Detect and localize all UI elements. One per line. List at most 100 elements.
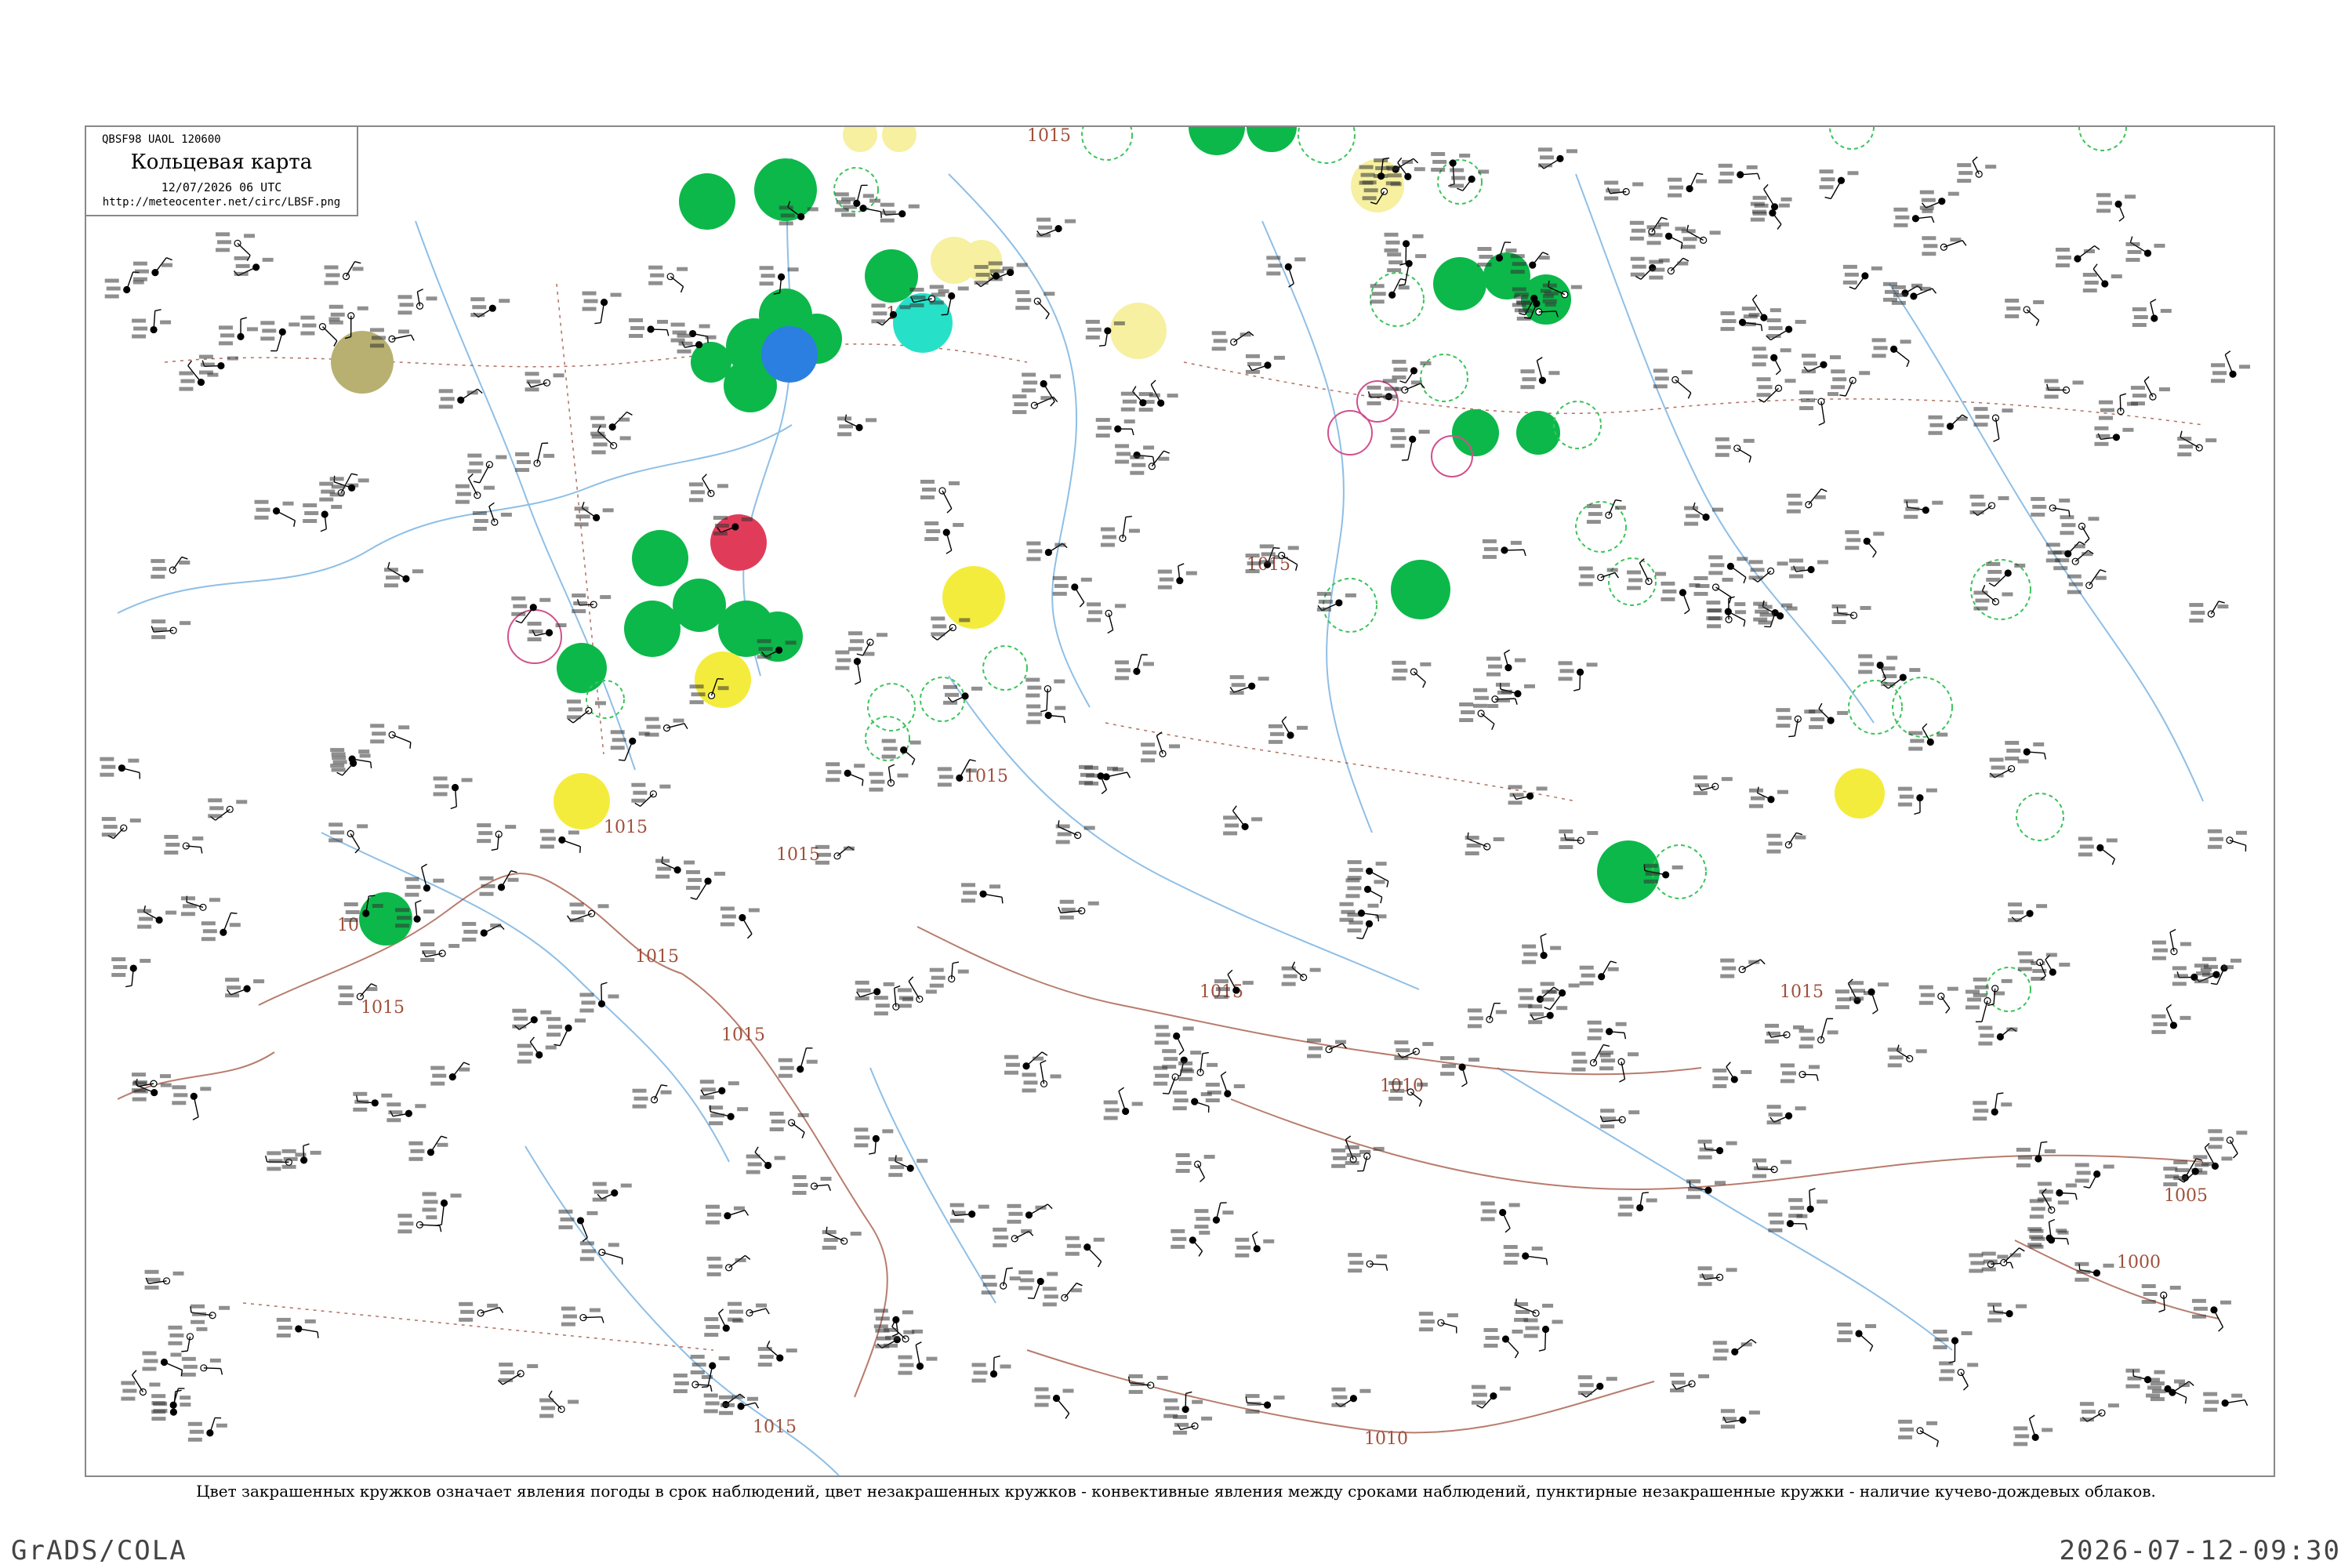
station-plot (172, 1085, 212, 1121)
station-plot (1973, 1092, 2013, 1121)
station-plot (1883, 281, 1923, 302)
station-plot (2060, 515, 2100, 544)
station-plot (705, 1204, 750, 1225)
station-plot (1978, 1025, 2018, 1046)
station-plot (164, 834, 204, 855)
station-plot (2096, 193, 2136, 222)
station-plot (111, 957, 151, 988)
station-plot (888, 1155, 928, 1178)
station-plot (1026, 704, 1066, 724)
station-plot (1087, 602, 1127, 634)
station-plot (546, 1017, 586, 1047)
map-url[interactable]: http://meteocenter.net/circ/LBSF.png (86, 196, 357, 209)
station-plot (1537, 147, 1577, 169)
station-plot (1933, 1330, 1973, 1364)
station-plot (1969, 494, 2009, 517)
station-plot (854, 1127, 894, 1155)
weather-circle (1298, 127, 1356, 164)
station-plot (1776, 708, 1816, 738)
station-plot (1114, 654, 1154, 681)
station-plot (539, 829, 582, 853)
weather-circle (1970, 559, 2031, 620)
station-plot (455, 473, 495, 504)
station-plot (276, 1317, 319, 1338)
station-plot (1018, 1270, 1058, 1299)
station-plot (686, 869, 726, 900)
station-plot (142, 1351, 183, 1377)
station-plot (1898, 1419, 1939, 1447)
station-plot (1766, 1105, 1806, 1125)
station-plot (328, 822, 368, 854)
station-plot (2078, 837, 2118, 866)
station-plot (822, 1226, 862, 1250)
station-plot (699, 1080, 739, 1100)
station-plot (1720, 958, 1766, 978)
station-plot (1194, 1202, 1234, 1229)
weather-circle (673, 579, 726, 632)
rivers-layer (117, 158, 2204, 1475)
station-plot (1922, 236, 1967, 256)
station-plot (1684, 502, 1724, 526)
station-plot (369, 328, 415, 348)
station-plot (1418, 1312, 1458, 1334)
station-plot (1036, 217, 1076, 238)
station-plot (792, 1174, 832, 1195)
station-plot (720, 906, 760, 939)
station-plot (929, 961, 969, 988)
footer-timestamp: 2026-07-12-09:30 (2059, 1535, 2341, 1566)
station-plot (300, 315, 340, 347)
legend-caption: Цвет закрашенных кружков означает явлени… (196, 1482, 2156, 1501)
weather-circle (1189, 127, 1245, 155)
station-plot (1748, 786, 1788, 808)
station-plot (869, 764, 909, 792)
station-plot (1055, 820, 1095, 844)
station-plot (1559, 829, 1599, 850)
station-plot (1837, 1322, 1877, 1352)
station-plot (1646, 225, 1686, 249)
station-plot (101, 817, 141, 840)
station-plot (1681, 224, 1721, 249)
station-plot (472, 502, 512, 531)
station-plot (512, 1008, 552, 1030)
station-plot (1171, 1229, 1210, 1257)
station-plot (1627, 558, 1667, 590)
station-plot (2082, 263, 2122, 293)
station-plot (168, 1325, 208, 1352)
station-plot (2027, 1227, 2070, 1247)
isobar-label: 1015 (721, 1025, 765, 1045)
map-date: 12/07/2026 06 UTC (161, 180, 282, 194)
station-plot (1919, 190, 1959, 210)
station-plot (1339, 902, 1380, 922)
station-plot (2005, 298, 2045, 326)
station-plot (1831, 369, 1871, 397)
station-plot (961, 883, 1004, 904)
station-plot (2098, 393, 2138, 420)
station-plot (2211, 350, 2251, 383)
station-plot (467, 453, 507, 484)
weather-circle (761, 326, 818, 383)
station-plot (1751, 347, 1791, 376)
station-plot (1345, 878, 1385, 904)
station-plot (1015, 290, 1055, 320)
station-plot (1141, 731, 1181, 763)
station-plot (1643, 863, 1683, 884)
station-plot (1163, 1391, 1203, 1418)
isobar-label: 1015 (753, 1417, 797, 1437)
station-plot (566, 699, 606, 724)
station-plot (778, 1047, 818, 1078)
station-plot (2008, 902, 2048, 923)
station-plot (924, 521, 964, 554)
station-plot (1245, 354, 1285, 374)
station-plot (2132, 299, 2172, 328)
station-plot (260, 321, 300, 352)
weather-circle (695, 652, 751, 708)
station-plot (433, 776, 473, 810)
station-plot (746, 1146, 786, 1174)
weather-circle (1391, 560, 1450, 619)
station-plot (1849, 981, 1889, 1014)
weather-circle (1081, 127, 1133, 161)
weather-circle (1829, 127, 1875, 150)
station-plot (1392, 660, 1432, 688)
station-plot (1394, 1040, 1434, 1061)
station-plot (688, 474, 728, 503)
